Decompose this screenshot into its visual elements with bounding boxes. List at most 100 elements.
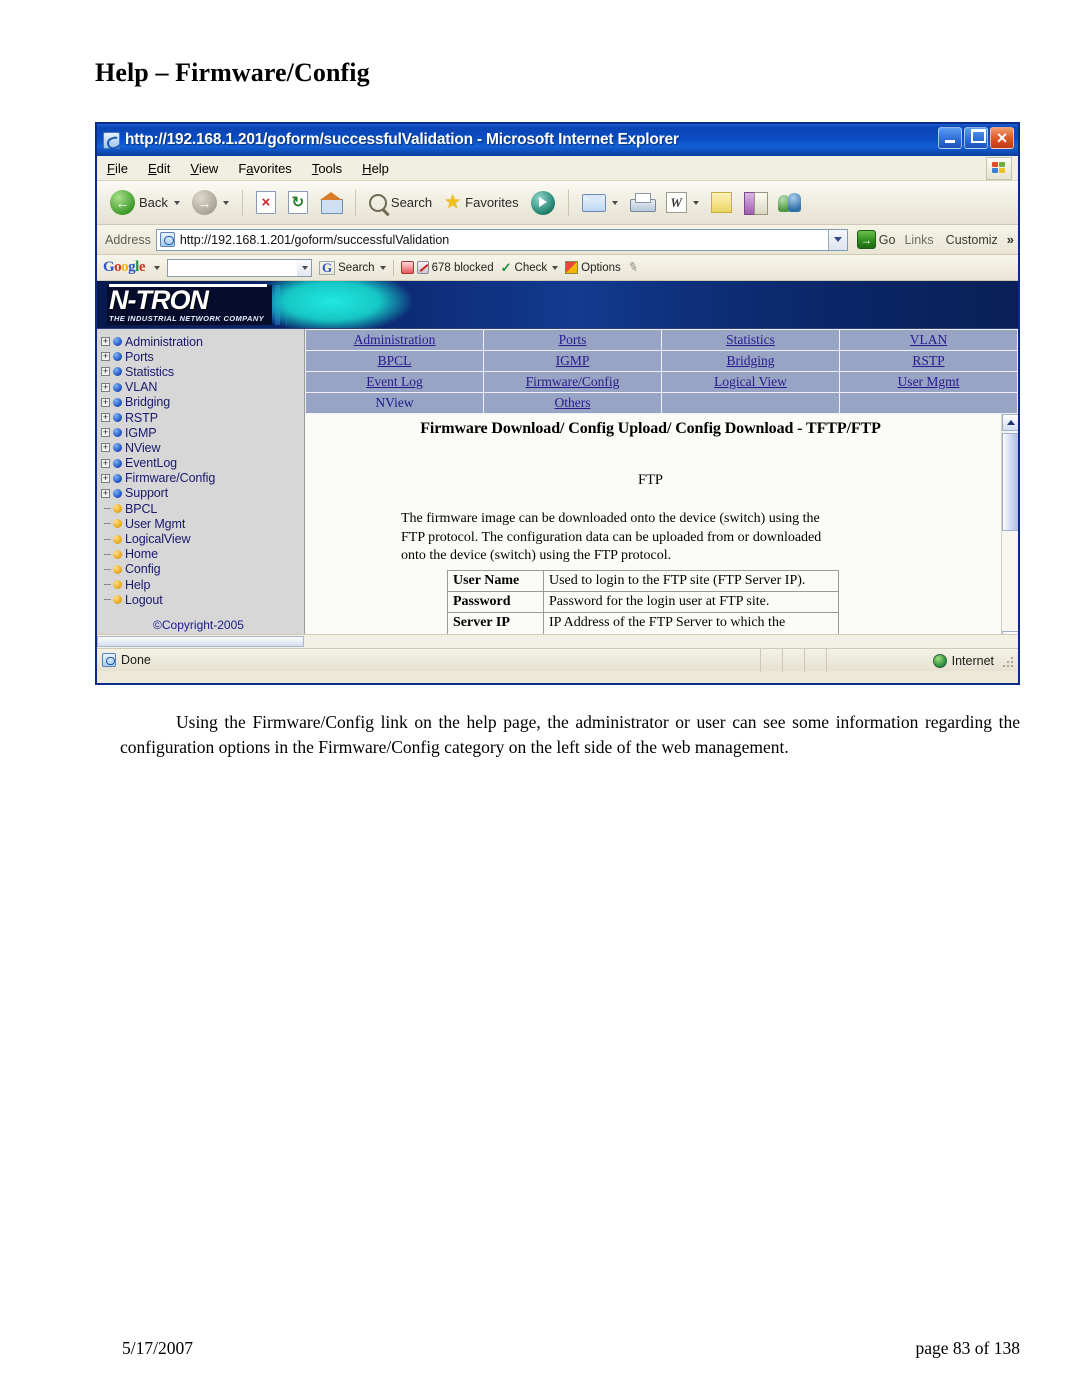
tree-item-logout[interactable]: Logout	[101, 592, 304, 607]
link-grid-cell[interactable]: Logical View	[661, 371, 840, 393]
expand-icon[interactable]: +	[101, 413, 110, 423]
expand-icon[interactable]: +	[101, 473, 110, 483]
links-label[interactable]: Links	[904, 233, 933, 247]
google-options-button[interactable]: Options	[565, 261, 621, 274]
popup-blocker-button[interactable]: 678 blocked	[400, 261, 494, 274]
home-button[interactable]	[315, 190, 347, 216]
research-button[interactable]	[739, 189, 771, 216]
menu-item-help[interactable]: Help	[362, 161, 389, 176]
link-grid-cell[interactable]: Others	[483, 392, 662, 414]
tree-item-vlan[interactable]: + VLAN	[101, 380, 304, 395]
favorites-button[interactable]: ★ Favorites	[439, 190, 524, 215]
tree-item-bridging[interactable]: + Bridging	[101, 395, 304, 410]
link-grid-cell[interactable]: BPCL	[305, 350, 484, 372]
scroll-up-button[interactable]	[1002, 414, 1018, 431]
tree-item-config[interactable]: Config	[101, 562, 304, 577]
expand-icon[interactable]: +	[101, 443, 110, 453]
messenger-button[interactable]	[773, 190, 806, 216]
media-button[interactable]	[526, 188, 560, 218]
expand-icon[interactable]: +	[101, 397, 110, 407]
help-link-vlan[interactable]: VLAN	[910, 332, 948, 347]
maximize-button[interactable]	[964, 127, 988, 149]
tree-item-ports[interactable]: + Ports	[101, 349, 304, 364]
link-grid-cell[interactable]: Bridging	[661, 350, 840, 372]
forward-button[interactable]: →	[187, 187, 234, 218]
chevron-down-icon[interactable]	[154, 265, 161, 270]
expand-icon[interactable]: +	[101, 428, 110, 438]
menu-item-file[interactable]: File	[107, 161, 128, 176]
tree-item-support[interactable]: + Support	[101, 486, 304, 501]
expand-icon[interactable]: +	[101, 458, 110, 468]
link-grid-cell[interactable]: Ports	[483, 329, 662, 351]
help-link-igmp[interactable]: IGMP	[556, 353, 590, 368]
scrollbar-thumb[interactable]	[1002, 433, 1018, 531]
expand-icon[interactable]: +	[101, 352, 110, 362]
tree-item-user-mgmt[interactable]: User Mgmt	[101, 516, 304, 531]
tree-item-statistics[interactable]: + Statistics	[101, 364, 304, 379]
address-input[interactable]: http://192.168.1.201/goform/successfulVa…	[155, 228, 848, 251]
expand-icon[interactable]: +	[101, 367, 110, 377]
tree-item-firmware-config[interactable]: + Firmware/Config	[101, 471, 304, 486]
help-link-bpcl[interactable]: BPCL	[378, 353, 412, 368]
tree-item-home[interactable]: Home	[101, 547, 304, 562]
google-search-dropdown[interactable]	[297, 259, 312, 276]
link-grid-cell[interactable]: Administration	[305, 329, 484, 351]
link-grid-cell[interactable]: VLAN	[839, 329, 1018, 351]
resize-grip[interactable]	[1003, 657, 1015, 669]
help-link-logical-view[interactable]: Logical View	[714, 374, 787, 389]
google-search-input[interactable]	[167, 258, 313, 277]
hscrollbar-thumb[interactable]	[97, 636, 304, 647]
link-grid-cell[interactable]: IGMP	[483, 350, 662, 372]
help-link-event-log[interactable]: Event Log	[366, 374, 423, 389]
menu-item-view[interactable]: View	[190, 161, 218, 176]
tree-item-eventlog[interactable]: + EventLog	[101, 456, 304, 471]
back-button[interactable]: ← Back	[105, 187, 185, 218]
mail-button[interactable]	[577, 191, 623, 215]
edit-button[interactable]: W	[661, 189, 704, 216]
address-dropdown-button[interactable]	[827, 229, 847, 250]
highlight-icon[interactable]: ✎	[626, 259, 640, 277]
close-button[interactable]	[990, 127, 1014, 149]
help-link-firmware-config[interactable]: Firmware/Config	[526, 374, 620, 389]
link-grid-cell[interactable]: Firmware/Config	[483, 371, 662, 393]
notes-button[interactable]	[706, 189, 737, 216]
status-panes	[760, 649, 848, 672]
go-button[interactable]: → Go	[853, 229, 900, 250]
expand-icon[interactable]: +	[101, 382, 110, 392]
toolbar-overflow-button[interactable]: »	[1007, 232, 1014, 247]
help-link-user-mgmt[interactable]: User Mgmt	[898, 374, 960, 389]
minimize-button[interactable]	[938, 127, 962, 149]
link-grid-cell-current[interactable]: NView	[305, 392, 484, 414]
tree-item-help[interactable]: Help	[101, 577, 304, 592]
menu-item-favorites[interactable]: Favorites	[238, 161, 291, 176]
help-link-administration[interactable]: Administration	[354, 332, 436, 347]
help-link-rstp[interactable]: RSTP	[912, 353, 944, 368]
tree-item-rstp[interactable]: + RSTP	[101, 410, 304, 425]
tree-item-bpcl[interactable]: BPCL	[101, 501, 304, 516]
help-link-bridging[interactable]: Bridging	[726, 353, 774, 368]
customize-button[interactable]: Customiz	[939, 232, 1002, 248]
content-vertical-scrollbar[interactable]	[1001, 414, 1018, 634]
help-link-ports[interactable]: Ports	[559, 332, 587, 347]
stop-button[interactable]	[251, 188, 281, 217]
link-grid-cell[interactable]: Statistics	[661, 329, 840, 351]
page-horizontal-scrollbar[interactable]	[97, 634, 1018, 648]
spellcheck-button[interactable]: ✓ Check	[501, 261, 559, 274]
link-grid-cell[interactable]: RSTP	[839, 350, 1018, 372]
tree-item-nview[interactable]: + NView	[101, 440, 304, 455]
help-link-others[interactable]: Others	[555, 395, 591, 410]
link-grid-cell[interactable]: User Mgmt	[839, 371, 1018, 393]
expand-icon[interactable]: +	[101, 488, 110, 498]
menu-item-tools[interactable]: Tools	[312, 161, 342, 176]
search-button[interactable]: Search	[364, 191, 437, 215]
expand-icon[interactable]: +	[101, 337, 110, 347]
menu-item-edit[interactable]: Edit	[148, 161, 170, 176]
tree-item-administration[interactable]: + Administration	[101, 334, 304, 349]
print-button[interactable]	[625, 190, 659, 215]
refresh-button[interactable]	[283, 188, 313, 217]
tree-item-igmp[interactable]: + IGMP	[101, 425, 304, 440]
help-link-statistics[interactable]: Statistics	[726, 332, 775, 347]
google-search-button[interactable]: G Search	[319, 260, 386, 275]
tree-item-logicalview[interactable]: LogicalView	[101, 531, 304, 546]
link-grid-cell[interactable]: Event Log	[305, 371, 484, 393]
